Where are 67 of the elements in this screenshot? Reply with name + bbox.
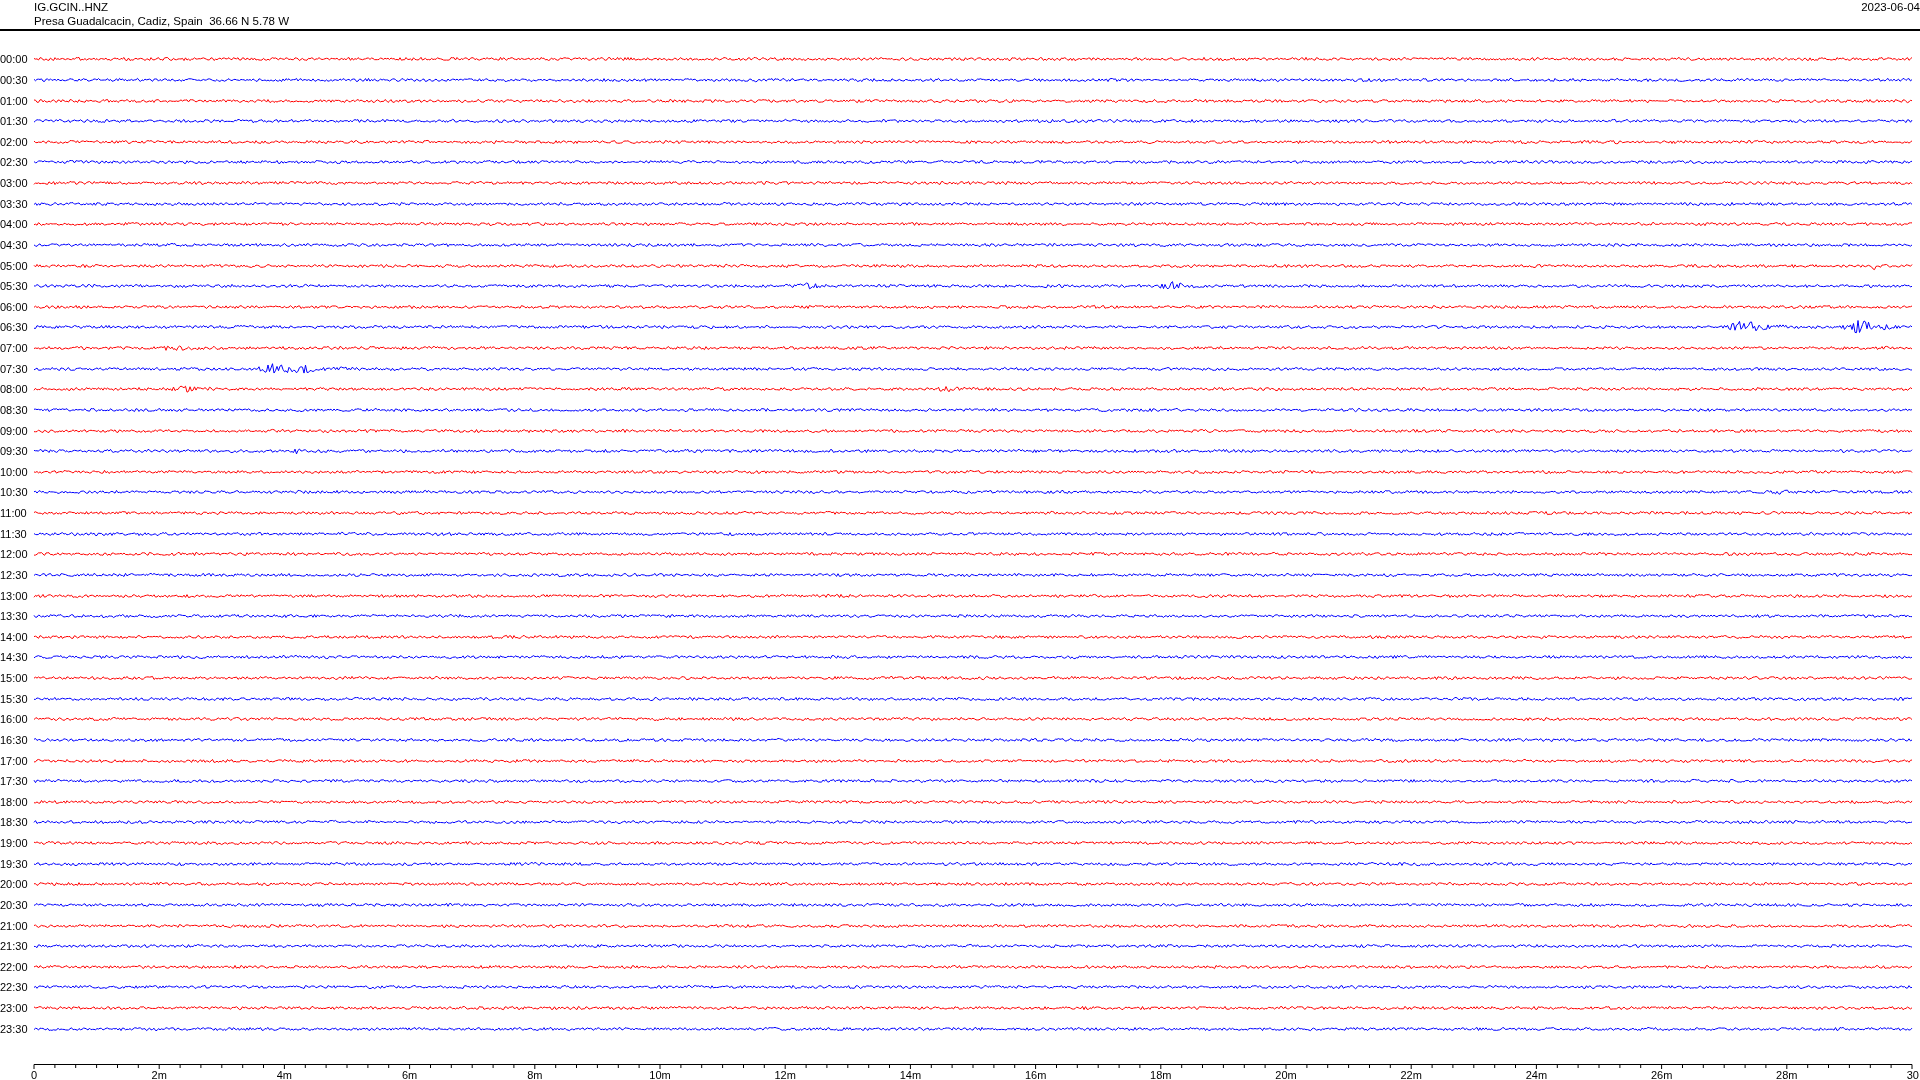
time-label: 01:30	[0, 115, 29, 128]
axis-label: 30	[1906, 1069, 1919, 1080]
time-label: 05:30	[0, 280, 29, 293]
time-label: 06:00	[0, 300, 29, 313]
time-label: 21:30	[0, 940, 29, 953]
time-label: 04:00	[0, 218, 29, 231]
axis-label: 6m	[401, 1069, 418, 1080]
time-label: 17:00	[0, 754, 29, 767]
time-label: 03:00	[0, 177, 29, 190]
time-label: 01:00	[0, 94, 29, 107]
time-label: 15:00	[0, 672, 29, 685]
time-label: 19:30	[0, 857, 29, 870]
time-label: 03:30	[0, 197, 29, 210]
time-label: 12:30	[0, 568, 29, 581]
time-label: 12:00	[0, 548, 29, 561]
axis-label: 28m	[1776, 1069, 1798, 1080]
time-label: 22:00	[0, 960, 29, 973]
time-label: 11:00	[0, 507, 28, 520]
time-label: 04:30	[0, 238, 29, 251]
time-label: 13:00	[0, 589, 29, 602]
time-label: 21:00	[0, 919, 29, 932]
station-code: IG.GCIN..HNZ	[34, 0, 110, 14]
axis-label: 26m	[1650, 1069, 1673, 1080]
axis-label: 12m	[774, 1069, 796, 1080]
axis-label: 18m	[1150, 1069, 1172, 1080]
time-label: 00:30	[0, 73, 29, 86]
time-label: 13:30	[0, 610, 29, 623]
date-label: 2023-06-04	[1861, 0, 1920, 14]
axis-label: 8m	[527, 1069, 543, 1080]
time-label: 15:30	[0, 692, 29, 705]
time-label: 14:30	[0, 651, 29, 664]
time-label: 17:30	[0, 775, 29, 788]
time-label: 00:00	[0, 53, 29, 66]
time-label: 11:30	[0, 527, 28, 540]
time-label: 18:00	[0, 795, 29, 808]
time-label: 08:30	[0, 403, 29, 416]
time-label: 10:30	[0, 486, 29, 499]
axis-label: 4m	[276, 1069, 293, 1080]
axis-label: 14m	[899, 1069, 922, 1080]
time-label: 16:30	[0, 733, 29, 746]
time-label: 07:00	[0, 342, 29, 355]
time-label: 14:00	[0, 630, 29, 643]
time-label: 06:30	[0, 321, 29, 334]
time-label: 22:30	[0, 981, 29, 994]
time-label: 19:00	[0, 837, 29, 850]
axis-label: 2m	[151, 1069, 167, 1080]
time-label: 07:30	[0, 362, 29, 375]
time-label: 23:00	[0, 1002, 29, 1015]
time-label: 20:00	[0, 878, 29, 891]
axis-label: 20m	[1275, 1069, 1297, 1080]
time-label: 09:30	[0, 445, 29, 458]
time-label: 10:00	[0, 465, 29, 478]
station-location: Presa Guadalcacin, Cadiz, Spain 36.66 N 5.78 W	[34, 14, 290, 28]
time-label: 05:00	[0, 259, 29, 272]
axis-label: 22m	[1400, 1069, 1422, 1080]
axis-label: 0	[30, 1069, 38, 1080]
time-label: 02:30	[0, 156, 29, 169]
time-label: 23:30	[0, 1022, 29, 1035]
axis-label: 10m	[649, 1069, 671, 1080]
time-label: 18:30	[0, 816, 29, 829]
time-label: 16:00	[0, 713, 29, 726]
time-label: 08:00	[0, 383, 29, 396]
time-label: 09:00	[0, 424, 29, 437]
axis-label: 16m	[1024, 1069, 1047, 1080]
time-label: 20:30	[0, 898, 29, 911]
time-label: 02:00	[0, 135, 29, 148]
axis-label: 24m	[1525, 1069, 1548, 1080]
